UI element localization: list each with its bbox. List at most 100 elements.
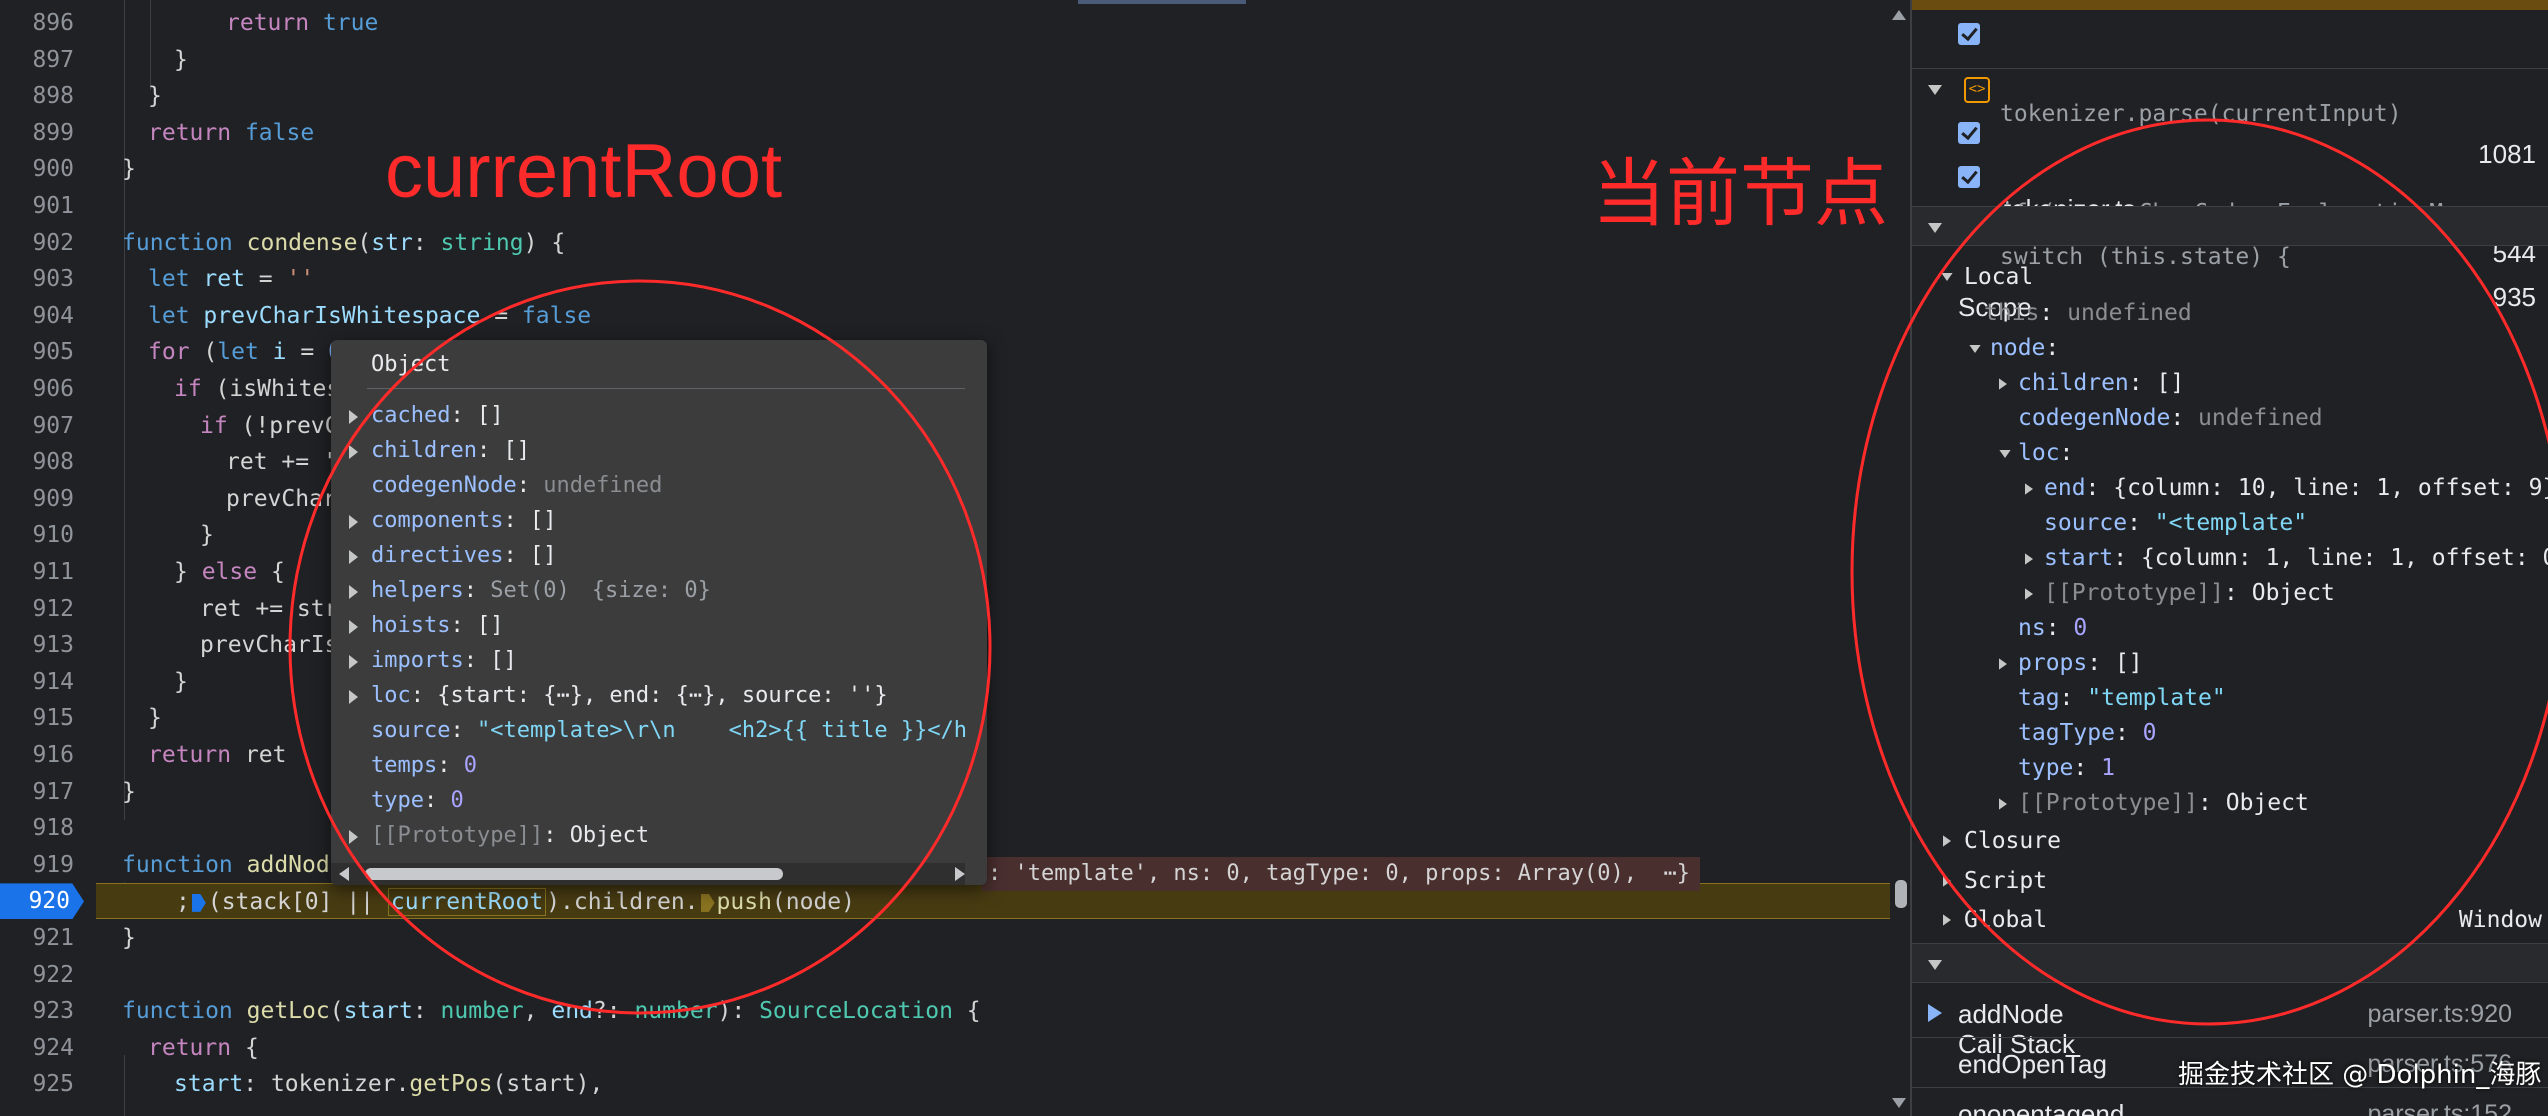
line-number[interactable]: 900 [0,151,96,187]
call-stack-section-header[interactable]: Call Stack [1912,943,2548,1059]
line-number[interactable]: 897 [0,42,96,78]
chevron-right-icon[interactable] [349,620,358,634]
chevron-right-icon[interactable] [349,445,358,459]
chevron-down-icon[interactable] [1928,960,1942,970]
code-line[interactable]: let prevCharIsWhitespace = false [96,298,1890,334]
popover-property-row[interactable]: cached: [] [331,398,987,433]
scope-node[interactable]: node: [1960,331,2059,366]
chevron-right-icon[interactable] [349,655,358,669]
line-number[interactable]: 903 [0,261,96,297]
node-prototype[interactable]: [[Prototype]]: Object [1990,786,2309,821]
line-number[interactable]: 905 [0,334,96,370]
line-number[interactable]: 922 [0,957,96,993]
chevron-right-icon[interactable] [349,690,358,704]
loc-prototype[interactable]: [[Prototype]]: Object [2016,576,2335,611]
object-inspect-popover[interactable]: Object cached: [] children: [] codegenNode… [331,340,987,885]
code-line[interactable]: return true [96,5,1890,41]
popover-property-row[interactable]: hoists: [] [331,608,987,643]
node-props[interactable]: props: [] [1990,646,2143,681]
line-number[interactable]: 917 [0,774,96,810]
scope-local[interactable]: Local [1912,258,2512,296]
popover-property-row[interactable]: imports: [] [331,643,987,678]
scope-closure[interactable]: Closure [1912,822,2548,860]
line-number[interactable]: 904 [0,298,96,334]
editor-vertical-scrollbar[interactable] [1890,0,1910,1116]
line-number[interactable]: 921 [0,920,96,956]
call-stack-frame[interactable]: onopentagend parser.ts:152 [1912,1090,2548,1116]
scope-global[interactable]: Global Window [1912,901,2548,939]
popover-property-row[interactable]: components: [] [331,503,987,538]
line-number[interactable]: 902 [0,225,96,261]
line-number[interactable]: 896 [0,5,96,41]
line-number[interactable]: 924 [0,1030,96,1066]
chevron-right-icon[interactable] [349,830,358,844]
breakpoint-checkbox[interactable] [1958,122,1980,144]
line-number[interactable]: 918 [0,810,96,846]
step-marker-icon[interactable] [191,893,206,912]
line-number[interactable]: 908 [0,444,96,480]
breakpoint-item[interactable]: switch (this.state) { 935 [1912,157,2548,312]
breakpoint-item[interactable]: if (c === CharCodes.ExclamationMa… 544 [1912,113,2548,268]
line-number[interactable]: 919 [0,847,96,883]
line-number[interactable]: 914 [0,664,96,700]
code-line[interactable]: start: tokenizer.getPos(start), [96,1066,1890,1102]
code-line[interactable]: } [96,78,1890,114]
chevron-right-icon[interactable] [349,550,358,564]
code-line[interactable]: return { [96,1030,1890,1066]
line-number[interactable]: 923 [0,993,96,1029]
popover-horizontal-scrollbar[interactable] [331,863,965,885]
loc-start[interactable]: start: {column: 1, line: 1, offset: 0} [2016,541,2548,576]
line-number[interactable]: 925 [0,1066,96,1102]
popover-property-row[interactable]: children: [] [331,433,987,468]
scroll-left-icon[interactable] [339,867,349,881]
scroll-right-icon[interactable] [955,867,965,881]
line-number[interactable]: 912 [0,591,96,627]
chevron-right-icon[interactable] [1943,875,1951,887]
code-line[interactable]: let ret = '' [96,261,1890,297]
line-number[interactable]: 916 [0,737,96,773]
line-number[interactable]: 899 [0,115,96,151]
line-number-gutter[interactable]: 896 897 898 899 900 901 902 903 904 905 906 907 908 9… [0,0,96,1116]
popover-scroll-thumb[interactable] [365,868,783,880]
node-loc[interactable]: loc: [1990,436,2073,471]
popover-property-row[interactable]: directives: [] [331,538,987,573]
current-line-number[interactable]: 920 [0,883,84,920]
popover-property-row[interactable]: [[Prototype]]: Object [331,818,987,853]
scroll-up-icon[interactable] [1892,10,1906,20]
line-number[interactable]: 910 [0,517,96,553]
popover-property-row[interactable]: helpers: Set(0) {size: 0} [331,573,987,608]
code-line[interactable] [96,957,1890,993]
line-number[interactable]: 909 [0,481,96,517]
line-number[interactable]: 915 [0,700,96,736]
node-children[interactable]: children: [] [1990,366,2184,401]
call-stack-frame[interactable]: addNode parser.ts:920 [1912,990,2548,1038]
popover-property-row[interactable]: loc: {start: {⋯}, end: {⋯}, source: ''} [331,678,987,713]
breakpoint-item[interactable]: tokenizer.parse(currentInput) 1081 [1912,14,2548,169]
scroll-thumb[interactable] [1895,880,1907,908]
line-number[interactable]: 913 [0,627,96,663]
line-number[interactable]: 907 [0,408,96,444]
chevron-right-icon[interactable] [1943,914,1951,926]
line-number[interactable]: 898 [0,78,96,114]
scope-script[interactable]: Script [1912,862,2548,900]
breakpoint-checkbox[interactable] [1958,23,1980,45]
breakpoint-checkbox[interactable] [1958,166,1980,188]
chevron-down-icon[interactable] [1928,223,1942,233]
code-line[interactable]: } [96,42,1890,78]
line-number[interactable]: 901 [0,188,96,224]
chevron-right-icon[interactable] [349,515,358,529]
scope-section-header[interactable]: Scope [1912,206,2548,322]
scroll-down-icon[interactable] [1892,1098,1906,1108]
chevron-down-icon[interactable] [1928,85,1942,95]
loc-end[interactable]: end: {column: 10, line: 1, offset: 9} [2016,471,2548,506]
chevron-down-icon[interactable] [1969,345,1981,353]
chevron-down-icon[interactable] [1941,273,1953,281]
line-number[interactable]: 911 [0,554,96,590]
code-line[interactable]: function getLoc(start: number, end?: num… [96,993,1890,1029]
step-marker-icon[interactable] [700,893,715,912]
breakpoint-file-group[interactable]: <> tokenizer.ts [1912,68,2548,224]
code-line[interactable]: } [96,920,1890,956]
line-number[interactable]: 906 [0,371,96,407]
chevron-right-icon[interactable] [1943,835,1951,847]
chevron-right-icon[interactable] [349,585,358,599]
